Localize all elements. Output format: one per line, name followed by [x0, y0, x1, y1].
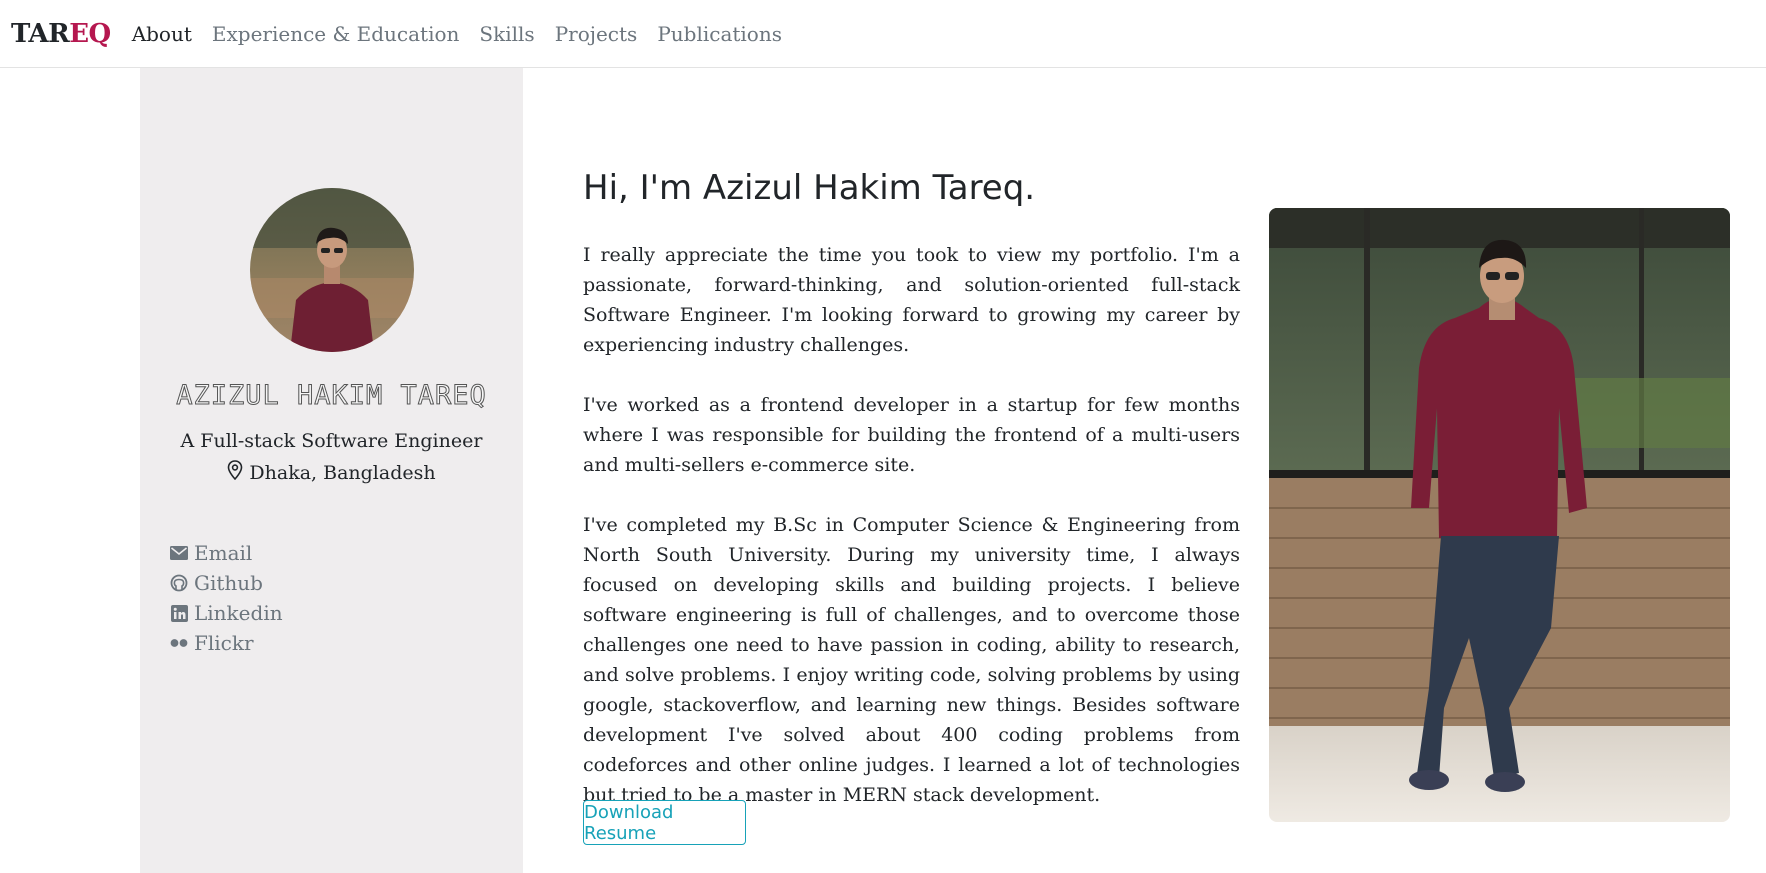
experience-paragraph: I've worked as a frontend developer in a… [583, 394, 1240, 476]
nav-experience-education[interactable]: Experience & Education [212, 22, 460, 46]
navbar: TAREQ About Experience & Education Skill… [0, 0, 1766, 68]
nav-skills[interactable]: Skills [479, 22, 534, 46]
profile-photo [1269, 208, 1730, 822]
social-links: Email Github Linkedin Flickr [170, 538, 283, 658]
flickr-link[interactable]: Flickr [170, 628, 283, 658]
linkedin-link[interactable]: Linkedin [170, 598, 283, 628]
profile-location: Dhaka, Bangladesh [140, 460, 523, 485]
profile-role: A Full-stack Software Engineer [180, 430, 483, 452]
email-icon [170, 544, 188, 562]
github-link-label: Github [194, 571, 263, 595]
nav-menu: About Experience & Education Skills Proj… [132, 22, 802, 46]
greeting-heading: Hi, I'm Azizul Hakim Tareq. [583, 168, 1036, 208]
brand-part2: EQ [69, 18, 111, 49]
email-link-label: Email [194, 541, 253, 565]
nav-publications[interactable]: Publications [657, 22, 782, 46]
nav-projects[interactable]: Projects [555, 22, 638, 46]
email-link[interactable]: Email [170, 538, 283, 568]
github-link[interactable]: Github [170, 568, 283, 598]
location-text: Dhaka, Bangladesh [249, 461, 436, 484]
location-pin-icon [227, 460, 243, 485]
avatar [250, 188, 414, 352]
profile-sidebar: AZIZUL HAKIM TAREQ A Full-stack Software… [140, 68, 523, 873]
flickr-link-label: Flickr [194, 631, 254, 655]
github-icon [170, 574, 188, 592]
linkedin-link-label: Linkedin [194, 601, 283, 625]
education-paragraph: I've completed my B.Sc in Computer Scien… [583, 514, 1240, 806]
linkedin-icon [170, 604, 188, 622]
intro-paragraph: I really appreciate the time you took to… [583, 244, 1240, 356]
brand-logo[interactable]: TAREQ [11, 19, 111, 49]
nav-about[interactable]: About [132, 22, 192, 46]
profile-name: AZIZUL HAKIM TAREQ [176, 380, 487, 412]
brand-part1: TAR [11, 18, 70, 49]
download-resume-button[interactable]: Download Resume [583, 800, 746, 845]
flickr-icon [170, 634, 188, 652]
